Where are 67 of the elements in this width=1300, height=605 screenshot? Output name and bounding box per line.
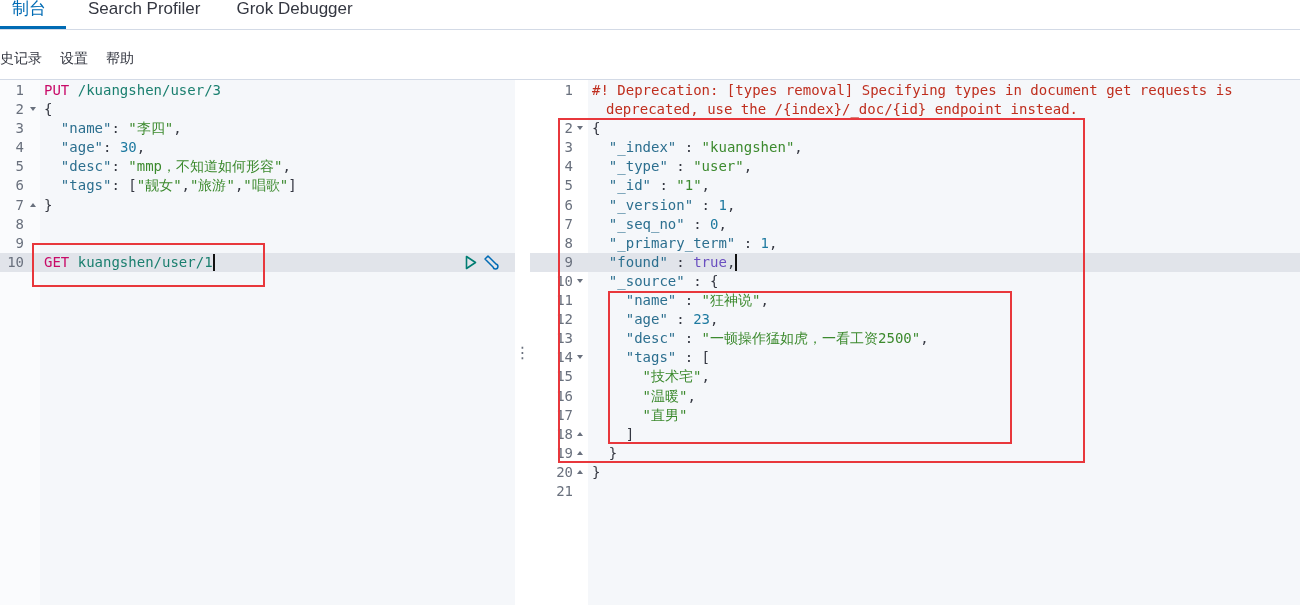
- code-line: "_id" : "1",: [607, 176, 711, 196]
- line-number: 5: [15, 157, 24, 177]
- code-line: "name": "李四",: [59, 119, 182, 139]
- line-number: 3: [15, 119, 24, 139]
- code-line: }: [44, 195, 53, 215]
- code-line: "age" : 23,: [624, 310, 719, 330]
- code-line: #! Deprecation: [types removal] Specifying types in document get requests is: [592, 81, 1233, 100]
- code-line: "_index" : "kuangshen",: [607, 138, 803, 158]
- code-line: "_version" : 1,: [607, 195, 736, 215]
- line-number: 21: [556, 481, 573, 501]
- fold-icon[interactable]: [577, 469, 583, 474]
- resize-handle[interactable]: ⋮: [514, 343, 531, 362]
- line-number: 2: [564, 119, 573, 139]
- line-number: 8: [15, 214, 24, 234]
- line-number: 4: [564, 157, 573, 177]
- fold-icon[interactable]: [577, 278, 583, 283]
- code-line: {: [592, 119, 601, 139]
- code-line: }: [607, 443, 618, 463]
- code-line: "温暖",: [641, 386, 696, 406]
- code-line: GET kuangshen/user/1: [44, 252, 213, 272]
- tab[interactable]: 制台: [0, 0, 66, 29]
- code-line: "found" : true,: [607, 252, 736, 272]
- line-number: 10: [7, 252, 24, 272]
- tab[interactable]: Grok Debugger: [218, 0, 371, 29]
- line-number: 1: [564, 81, 573, 100]
- fold-icon[interactable]: [577, 450, 583, 455]
- code-line: ]: [624, 424, 635, 444]
- fold-icon[interactable]: [577, 126, 583, 131]
- line-number: 6: [564, 195, 573, 215]
- code-line: "tags" : [: [624, 348, 710, 368]
- code-line: }: [592, 462, 601, 482]
- line-number: 6: [15, 176, 24, 196]
- fold-icon[interactable]: [30, 202, 36, 207]
- line-number: 8: [564, 233, 573, 253]
- code-line: "_seq_no" : 0,: [607, 214, 727, 234]
- code-line: "技术宅",: [641, 367, 710, 387]
- code-line: deprecated, use the /{index}/_doc/{id} endpoint instead.: [606, 101, 1078, 118]
- code-line: PUT /kuangshen/user/3: [44, 81, 221, 100]
- code-line: {: [44, 100, 53, 120]
- code-line: "desc" : "一顿操作猛如虎，一看工资2500",: [624, 329, 929, 349]
- fold-icon[interactable]: [577, 355, 583, 360]
- code-line: "直男": [641, 405, 688, 425]
- tab[interactable]: Search Profiler: [66, 0, 219, 29]
- code-line: "age": 30,: [59, 138, 146, 158]
- line-number: 9: [15, 233, 24, 253]
- fold-icon[interactable]: [577, 431, 583, 436]
- code-line: "desc": "mmp，不知道如何形容",: [59, 157, 291, 177]
- line-number: 7: [564, 214, 573, 234]
- line-number: 7: [15, 195, 24, 215]
- code-line: "tags": ["靓女","旅游","唱歌"]: [59, 176, 297, 196]
- code-line: "_source" : {: [607, 271, 719, 292]
- wrench-icon[interactable]: [483, 253, 501, 272]
- line-number: 5: [564, 176, 573, 196]
- fold-icon[interactable]: [30, 107, 36, 112]
- line-number: 4: [15, 138, 24, 158]
- code-line: "_primary_term" : 1,: [607, 233, 778, 253]
- toolbar-link[interactable]: 史记录: [0, 49, 42, 68]
- play-icon[interactable]: [465, 255, 477, 271]
- line-number: 20: [556, 462, 573, 482]
- code-line: "name" : "狂神说",: [624, 291, 769, 311]
- code-line: "_type" : "user",: [607, 157, 753, 177]
- line-number: 9: [564, 252, 573, 272]
- toolbar-link[interactable]: 帮助: [106, 49, 134, 68]
- line-number: 3: [564, 138, 573, 158]
- line-number: 2: [15, 100, 24, 120]
- toolbar-link[interactable]: 设置: [60, 49, 88, 68]
- line-number: 1: [15, 81, 24, 100]
